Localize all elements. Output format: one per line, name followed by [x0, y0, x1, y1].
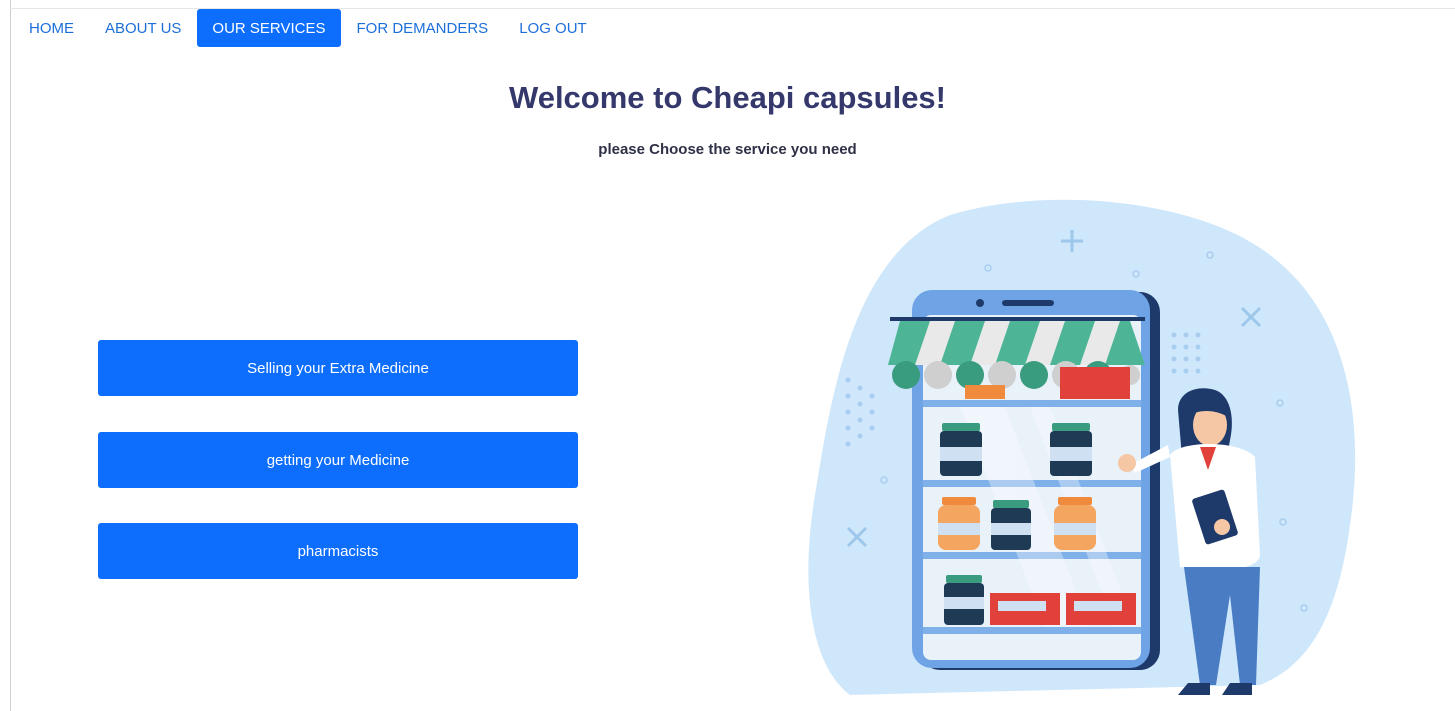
nav-for-demanders[interactable]: FOR DEMANDERS: [342, 9, 504, 47]
top-navbar: HOME ABOUT US OUR SERVICES FOR DEMANDERS…: [14, 9, 603, 47]
nav-log-out[interactable]: LOG OUT: [504, 9, 602, 47]
selling-extra-medicine-button[interactable]: Selling your Extra Medicine: [98, 340, 578, 396]
phone-speaker: [1002, 300, 1054, 306]
getting-medicine-button[interactable]: getting your Medicine: [98, 432, 578, 488]
page-title: Welcome to Cheapi capsules!: [509, 80, 946, 115]
nav-about-us[interactable]: ABOUT US: [90, 9, 196, 47]
nav-our-services[interactable]: OUR SERVICES: [197, 9, 341, 47]
nav-home[interactable]: HOME: [14, 9, 89, 47]
page-subtitle: please Choose the service you need: [598, 141, 857, 158]
phone-camera-icon: [976, 299, 984, 307]
pharmacy-phone-illustration: [808, 199, 1356, 695]
pharmacists-button[interactable]: pharmacists: [98, 523, 578, 579]
